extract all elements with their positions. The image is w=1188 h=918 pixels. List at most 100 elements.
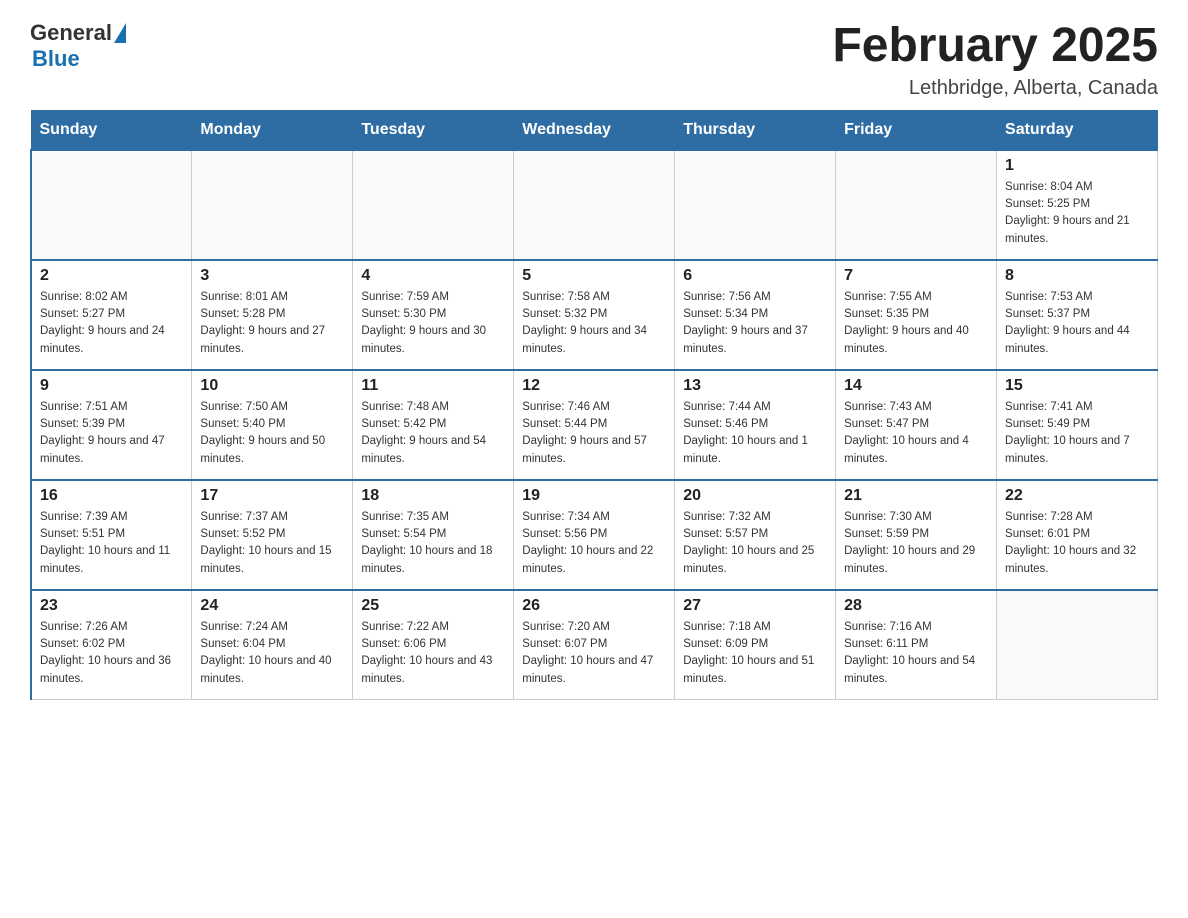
day-number: 10 (200, 377, 344, 395)
day-number: 24 (200, 597, 344, 615)
day-number: 25 (361, 597, 505, 615)
day-info: Sunrise: 7:16 AM Sunset: 6:11 PM Dayligh… (844, 619, 988, 688)
day-info: Sunrise: 7:26 AM Sunset: 6:02 PM Dayligh… (40, 619, 183, 688)
weekday-header-tuesday: Tuesday (353, 110, 514, 150)
day-number: 27 (683, 597, 827, 615)
day-number: 16 (40, 487, 183, 505)
calendar-cell: 24 Sunrise: 7:24 AM Sunset: 6:04 PM Dayli… (192, 590, 353, 700)
day-info: Sunrise: 7:35 AM Sunset: 5:54 PM Dayligh… (361, 509, 505, 578)
day-info: Sunrise: 7:34 AM Sunset: 5:56 PM Dayligh… (522, 509, 666, 578)
weekday-header-saturday: Saturday (997, 110, 1158, 150)
calendar-cell: 2 Sunrise: 8:02 AM Sunset: 5:27 PM Daylig… (31, 260, 192, 370)
day-info: Sunrise: 7:37 AM Sunset: 5:52 PM Dayligh… (200, 509, 344, 578)
day-info: Sunrise: 7:46 AM Sunset: 5:44 PM Dayligh… (522, 399, 666, 468)
day-info: Sunrise: 7:30 AM Sunset: 5:59 PM Dayligh… (844, 509, 988, 578)
calendar-cell: 5Sunrise: 7:58 AM Sunset: 5:32 PM Daylig… (514, 260, 675, 370)
calendar-cell: 26 Sunrise: 7:20 AM Sunset: 6:07 PM Dayli… (514, 590, 675, 700)
day-number: 9 (40, 377, 183, 395)
day-info: Sunrise: 7:53 AM Sunset: 5:37 PM Dayligh… (1005, 289, 1149, 358)
calendar-week-row: 16Sunrise: 7:39 AM Sunset: 5:51 PM Dayli… (31, 480, 1158, 590)
calendar-cell: 22 Sunrise: 7:28 AM Sunset: 6:01 PM Dayli… (997, 480, 1158, 590)
day-number: 11 (361, 377, 505, 395)
calendar-table: SundayMondayTuesdayWednesdayThursdayFrid… (30, 110, 1158, 701)
month-title: February 2025 (832, 20, 1158, 73)
logo-triangle-icon (114, 23, 126, 43)
day-number: 15 (1005, 377, 1149, 395)
day-info: Sunrise: 7:20 AM Sunset: 6:07 PM Dayligh… (522, 619, 666, 688)
calendar-cell: 12 Sunrise: 7:46 AM Sunset: 5:44 PM Dayli… (514, 370, 675, 480)
day-info: Sunrise: 7:44 AM Sunset: 5:46 PM Dayligh… (683, 399, 827, 468)
calendar-cell: 3Sunrise: 8:01 AM Sunset: 5:28 PM Daylig… (192, 260, 353, 370)
day-info: Sunrise: 8:02 AM Sunset: 5:27 PM Dayligh… (40, 289, 183, 358)
logo-general-text: General (30, 20, 112, 46)
day-info: Sunrise: 7:56 AM Sunset: 5:34 PM Dayligh… (683, 289, 827, 358)
calendar-cell (836, 150, 997, 260)
day-number: 17 (200, 487, 344, 505)
day-number: 13 (683, 377, 827, 395)
calendar-body: 1 Sunrise: 8:04 AM Sunset: 5:25 PM Daylig… (31, 150, 1158, 700)
day-number: 18 (361, 487, 505, 505)
calendar-week-row: 1 Sunrise: 8:04 AM Sunset: 5:25 PM Daylig… (31, 150, 1158, 260)
day-info: Sunrise: 7:24 AM Sunset: 6:04 PM Dayligh… (200, 619, 344, 688)
logo: General Blue (30, 20, 126, 72)
day-number: 22 (1005, 487, 1149, 505)
calendar-cell: 1 Sunrise: 8:04 AM Sunset: 5:25 PM Daylig… (997, 150, 1158, 260)
day-number: 26 (522, 597, 666, 615)
day-number: 1 (1005, 157, 1149, 175)
day-number: 2 (40, 267, 183, 285)
calendar-cell: 15 Sunrise: 7:41 AM Sunset: 5:49 PM Dayli… (997, 370, 1158, 480)
calendar-cell (192, 150, 353, 260)
day-info: Sunrise: 7:22 AM Sunset: 6:06 PM Dayligh… (361, 619, 505, 688)
calendar-cell (997, 590, 1158, 700)
logo-blue-text: Blue (32, 46, 80, 72)
calendar-cell: 13 Sunrise: 7:44 AM Sunset: 5:46 PM Dayli… (675, 370, 836, 480)
day-number: 28 (844, 597, 988, 615)
calendar-header: SundayMondayTuesdayWednesdayThursdayFrid… (31, 110, 1158, 150)
calendar-cell (675, 150, 836, 260)
day-info: Sunrise: 8:01 AM Sunset: 5:28 PM Dayligh… (200, 289, 344, 358)
day-info: Sunrise: 7:58 AM Sunset: 5:32 PM Dayligh… (522, 289, 666, 358)
day-info: Sunrise: 7:43 AM Sunset: 5:47 PM Dayligh… (844, 399, 988, 468)
calendar-cell: 27 Sunrise: 7:18 AM Sunset: 6:09 PM Dayli… (675, 590, 836, 700)
calendar-cell: 19 Sunrise: 7:34 AM Sunset: 5:56 PM Dayli… (514, 480, 675, 590)
day-number: 7 (844, 267, 988, 285)
calendar-cell: 11Sunrise: 7:48 AM Sunset: 5:42 PM Dayli… (353, 370, 514, 480)
calendar-cell: 9 Sunrise: 7:51 AM Sunset: 5:39 PM Daylig… (31, 370, 192, 480)
calendar-week-row: 2 Sunrise: 8:02 AM Sunset: 5:27 PM Daylig… (31, 260, 1158, 370)
calendar-cell: 28 Sunrise: 7:16 AM Sunset: 6:11 PM Dayli… (836, 590, 997, 700)
calendar-cell: 23Sunrise: 7:26 AM Sunset: 6:02 PM Dayli… (31, 590, 192, 700)
day-info: Sunrise: 8:04 AM Sunset: 5:25 PM Dayligh… (1005, 179, 1149, 248)
calendar-cell: 16Sunrise: 7:39 AM Sunset: 5:51 PM Dayli… (31, 480, 192, 590)
calendar-cell: 7 Sunrise: 7:55 AM Sunset: 5:35 PM Daylig… (836, 260, 997, 370)
weekday-row: SundayMondayTuesdayWednesdayThursdayFrid… (31, 110, 1158, 150)
day-number: 20 (683, 487, 827, 505)
calendar-cell: 4 Sunrise: 7:59 AM Sunset: 5:30 PM Daylig… (353, 260, 514, 370)
calendar-week-row: 23Sunrise: 7:26 AM Sunset: 6:02 PM Dayli… (31, 590, 1158, 700)
day-info: Sunrise: 7:18 AM Sunset: 6:09 PM Dayligh… (683, 619, 827, 688)
calendar-cell: 10 Sunrise: 7:50 AM Sunset: 5:40 PM Dayli… (192, 370, 353, 480)
day-info: Sunrise: 7:51 AM Sunset: 5:39 PM Dayligh… (40, 399, 183, 468)
location-label: Lethbridge, Alberta, Canada (832, 77, 1158, 100)
weekday-header-friday: Friday (836, 110, 997, 150)
calendar-cell: 20Sunrise: 7:32 AM Sunset: 5:57 PM Dayli… (675, 480, 836, 590)
day-number: 4 (361, 267, 505, 285)
day-info: Sunrise: 7:59 AM Sunset: 5:30 PM Dayligh… (361, 289, 505, 358)
weekday-header-thursday: Thursday (675, 110, 836, 150)
calendar-cell (353, 150, 514, 260)
day-number: 19 (522, 487, 666, 505)
day-info: Sunrise: 7:50 AM Sunset: 5:40 PM Dayligh… (200, 399, 344, 468)
day-number: 14 (844, 377, 988, 395)
day-info: Sunrise: 7:28 AM Sunset: 6:01 PM Dayligh… (1005, 509, 1149, 578)
title-section: February 2025 Lethbridge, Alberta, Canad… (832, 20, 1158, 100)
calendar-cell: 21Sunrise: 7:30 AM Sunset: 5:59 PM Dayli… (836, 480, 997, 590)
weekday-header-sunday: Sunday (31, 110, 192, 150)
day-info: Sunrise: 7:55 AM Sunset: 5:35 PM Dayligh… (844, 289, 988, 358)
calendar-cell: 18 Sunrise: 7:35 AM Sunset: 5:54 PM Dayli… (353, 480, 514, 590)
weekday-header-wednesday: Wednesday (514, 110, 675, 150)
calendar-cell: 17 Sunrise: 7:37 AM Sunset: 5:52 PM Dayli… (192, 480, 353, 590)
calendar-cell: 6 Sunrise: 7:56 AM Sunset: 5:34 PM Daylig… (675, 260, 836, 370)
page-header: General Blue February 2025 Lethbridge, A… (30, 20, 1158, 100)
day-number: 12 (522, 377, 666, 395)
day-number: 6 (683, 267, 827, 285)
day-info: Sunrise: 7:41 AM Sunset: 5:49 PM Dayligh… (1005, 399, 1149, 468)
